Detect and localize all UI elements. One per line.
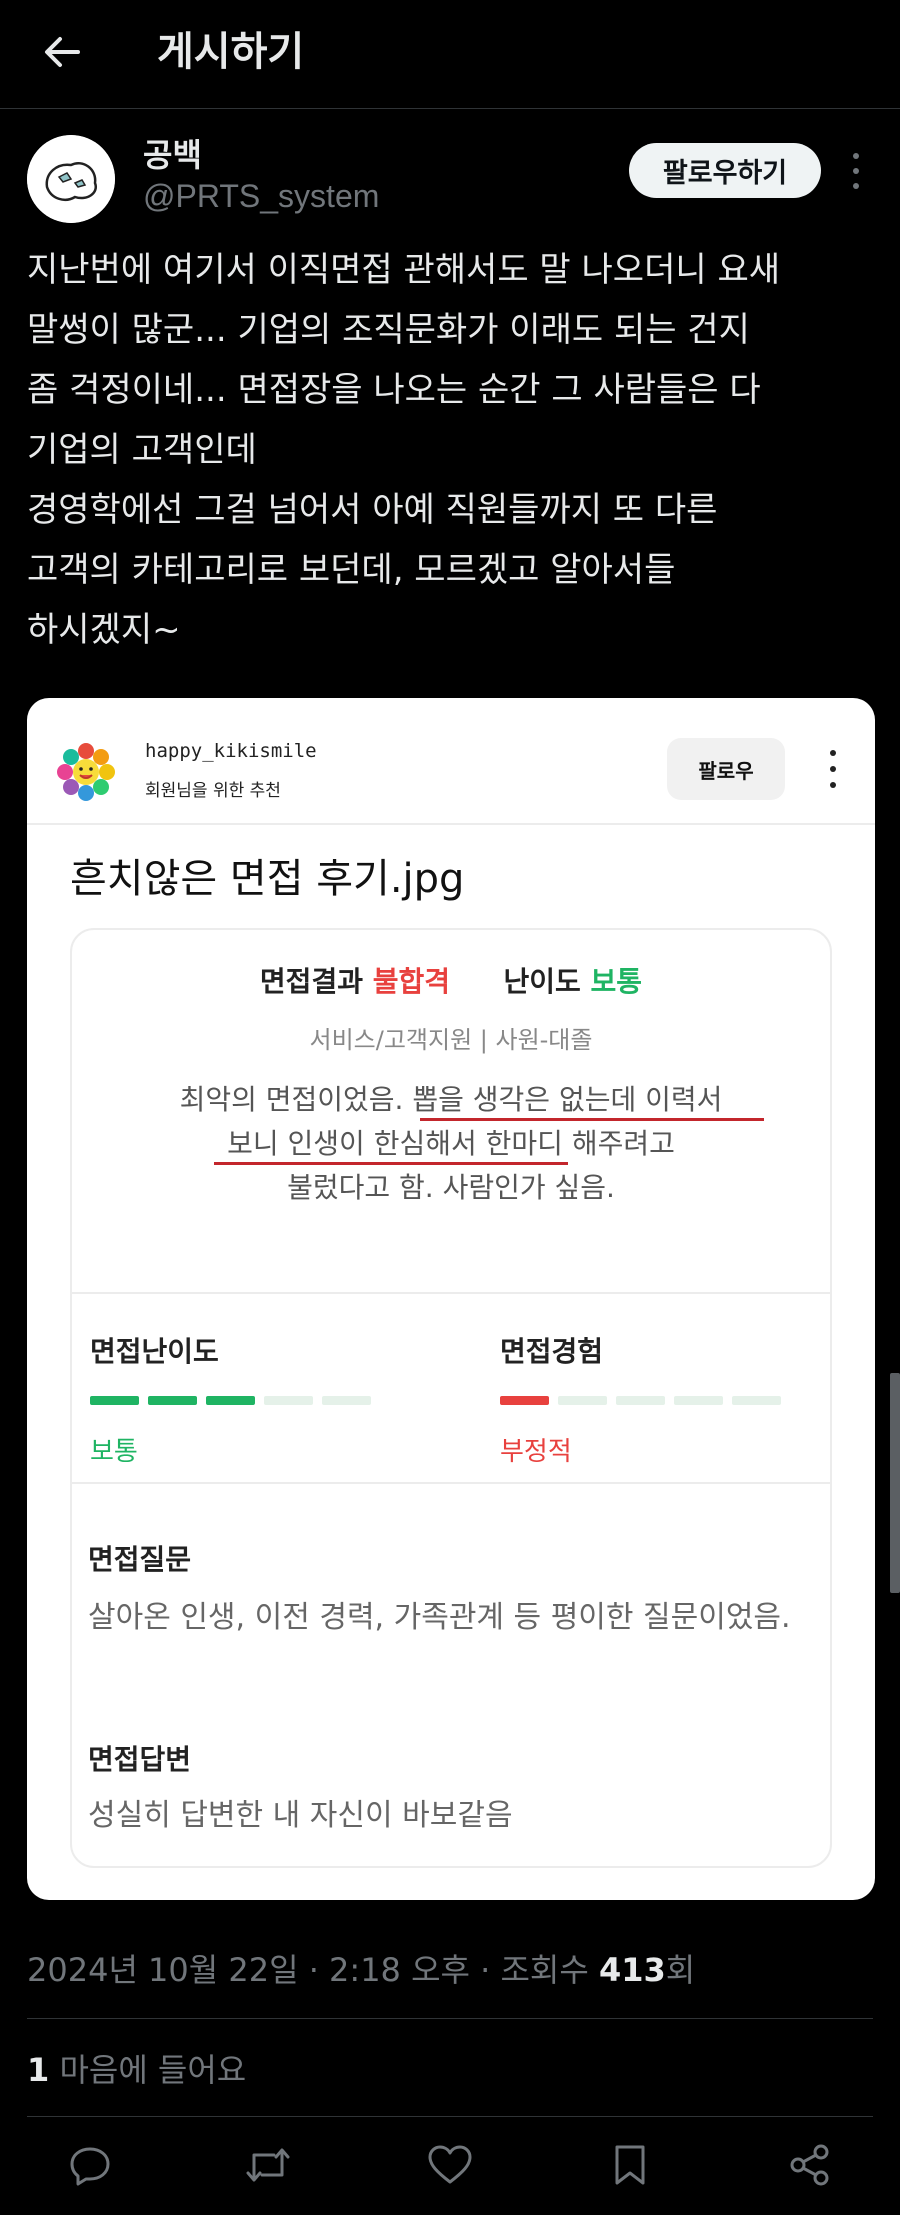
- tweet-line: 기업의 고객인데: [27, 430, 257, 470]
- action-bar: [0, 2135, 900, 2205]
- reply-icon: [70, 2147, 110, 2186]
- bar-segment: [148, 1396, 197, 1405]
- page-title: 게시하기: [157, 29, 305, 75]
- author-name[interactable]: 공백: [143, 130, 202, 176]
- embed-subtitle: 회원님을 위한 추천: [145, 781, 281, 801]
- tweet-text: 지난번에 여기서 이직면접 관해서도 말 나오더니 요새 말썽이 많군... 기…: [27, 240, 877, 660]
- difficulty-metric: 면접난이도 보통: [90, 1330, 410, 1468]
- metric-value: 보통: [90, 1437, 138, 1467]
- tweet-line: 고객의 카테고리로 보던데, 모르겠고 알아서들: [27, 550, 676, 590]
- like-icon: [428, 2145, 472, 2184]
- embed-post-title: 흔치않은 면접 후기.jpg: [70, 856, 465, 902]
- difficulty-label: 난이도: [503, 965, 581, 998]
- back-button[interactable]: [30, 20, 94, 84]
- bar-segment: [264, 1396, 313, 1405]
- retweet-button[interactable]: [238, 2135, 298, 2195]
- likes-label: 마음에 들어요: [49, 2051, 247, 2089]
- divider: [72, 1482, 830, 1484]
- review-comment: 최악의 면접이었음. 뽑을 생각은 없는데 이력서 보니 인생이 한심해서 한마…: [72, 1078, 830, 1210]
- difficulty-bars: [90, 1396, 410, 1405]
- metric-title: 면접경험: [500, 1335, 604, 1368]
- retweet-icon: [246, 2148, 290, 2182]
- job-category: 서비스/고객지원 | 사원-대졸: [309, 1026, 593, 1054]
- view-suffix: 회: [665, 1951, 696, 1989]
- answers-body: 성실히 답변한 내 자신이 바보같음: [88, 1798, 513, 1833]
- embed-username: happy_kikismile: [145, 740, 317, 762]
- difficulty-value: 보통: [590, 965, 643, 998]
- bar-segment: [206, 1396, 255, 1405]
- embed-header: happy_kikismile 회원님을 위한 추천 팔로우: [27, 698, 875, 825]
- embed-more-icon: [827, 750, 839, 788]
- bar-segment: [500, 1396, 549, 1405]
- bar-segment: [732, 1396, 781, 1405]
- bar-segment: [616, 1396, 665, 1405]
- tweet-line: 말썽이 많군... 기업의 조직문화가 이래도 되는 건지: [27, 310, 750, 350]
- red-underline: [214, 1162, 568, 1165]
- metric-value: 부정적: [500, 1437, 572, 1467]
- questions-body: 살아온 인생, 이전 경력, 가족관계 등 평이한 질문이었음.: [88, 1600, 791, 1635]
- tweet-datetime: 2024년 10월 22일 · 2:18 오후 · 조회수: [27, 1951, 599, 1989]
- flower-avatar-icon: [55, 741, 117, 803]
- experience-bars: [500, 1396, 820, 1405]
- view-count: 413: [598, 1951, 666, 1989]
- experience-metric: 면접경험 부정적: [500, 1330, 820, 1468]
- result-value: 불합격: [372, 965, 450, 998]
- tweet-line: 지난번에 여기서 이직면접 관해서도 말 나오더니 요새: [27, 250, 781, 290]
- likes-row[interactable]: 1 마음에 들어요: [27, 2045, 246, 2091]
- avatar-image: [27, 135, 115, 223]
- answers-title: 면접답변: [88, 1743, 192, 1776]
- comment-line: 보니 인생이 한심해서 한마디 해주려고: [227, 1127, 675, 1160]
- review-box: 면접결과 불합격 난이도 보통 서비스/고객지원 | 사원-대졸 최악의 면접이…: [70, 928, 832, 1868]
- like-button[interactable]: [420, 2135, 480, 2195]
- result-line: 면접결과 불합격 난이도 보통: [72, 960, 830, 1000]
- bar-segment: [90, 1396, 139, 1405]
- back-arrow-icon: [45, 37, 80, 67]
- tweet-line: 경영학에선 그걸 넘어서 아예 직원들까지 또 다른: [27, 490, 718, 530]
- author-handle[interactable]: @PRTS_system: [143, 178, 379, 215]
- comment-line: 불렀다고 함. 사람인가 싶음.: [287, 1171, 615, 1204]
- tweet-line: 하시겠지~: [27, 610, 181, 650]
- divider: [27, 2116, 873, 2117]
- bar-segment: [322, 1396, 371, 1405]
- more-options-icon[interactable]: [845, 150, 867, 192]
- bookmark-icon: [615, 2145, 645, 2185]
- tweet-line: 좀 걱정이네... 면접장을 나오는 순간 그 사람들은 다: [27, 370, 761, 410]
- tweet-meta: 2024년 10월 22일 · 2:18 오후 · 조회수 413회: [27, 1945, 695, 1991]
- like-count: 1: [27, 2051, 50, 2089]
- divider: [72, 1292, 830, 1294]
- follow-button[interactable]: 팔로우하기: [629, 143, 821, 198]
- comment-line: 최악의 면접이었음. 뽑을 생각은 없는데 이력서: [179, 1083, 723, 1116]
- result-label: 면접결과: [259, 965, 363, 998]
- author-avatar[interactable]: [27, 135, 115, 223]
- questions-title: 면접질문: [88, 1543, 192, 1576]
- top-bar: 게시하기: [0, 0, 900, 109]
- share-button[interactable]: [780, 2135, 840, 2195]
- attached-image[interactable]: happy_kikismile 회원님을 위한 추천 팔로우 흔치않은 면접 후…: [27, 698, 875, 1900]
- bar-segment: [674, 1396, 723, 1405]
- bar-segment: [558, 1396, 607, 1405]
- metric-title: 면접난이도: [90, 1335, 219, 1368]
- bookmark-button[interactable]: [600, 2135, 660, 2195]
- red-underline: [420, 1118, 764, 1121]
- scrollbar[interactable]: [890, 1373, 900, 1593]
- reply-button[interactable]: [60, 2135, 120, 2195]
- share-icon: [790, 2144, 829, 2186]
- embed-follow-button: 팔로우: [667, 738, 785, 800]
- divider: [27, 2018, 873, 2019]
